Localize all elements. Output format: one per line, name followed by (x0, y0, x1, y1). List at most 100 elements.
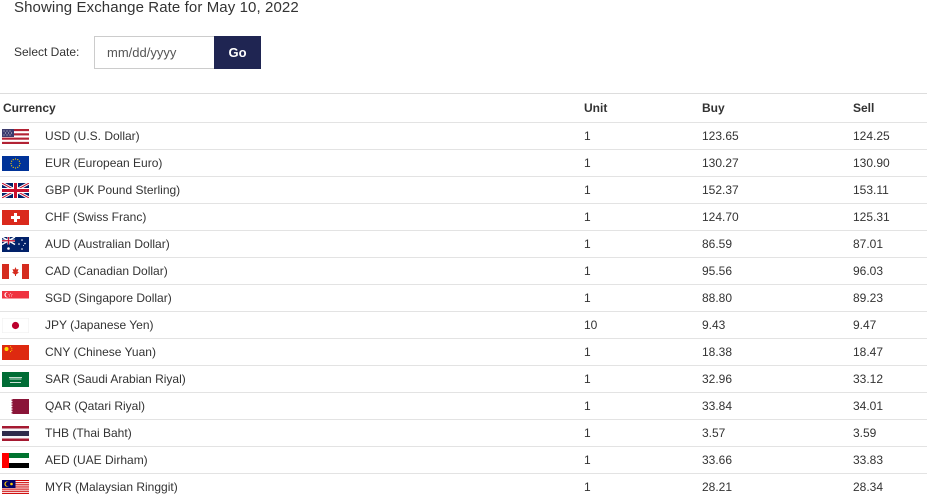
currency-name: THB (Thai Baht) (45, 426, 132, 440)
table-row: SGD (Singapore Dollar) 1 88.80 89.23 (0, 284, 927, 311)
table-row: AED (UAE Dirham) 1 33.66 33.83 (0, 446, 927, 473)
uk-flag-icon (0, 182, 45, 198)
currency-cell: AED (UAE Dirham) (0, 452, 584, 468)
qa-flag-icon (0, 398, 45, 414)
buy-cell: 33.84 (702, 399, 733, 413)
buy-cell: 152.37 (702, 183, 739, 197)
sell-cell: 87.01 (853, 237, 884, 251)
unit-cell: 10 (584, 318, 598, 332)
table-row: AUD (Australian Dollar) 1 86.59 87.01 (0, 230, 927, 257)
table-row: CHF (Swiss Franc) 1 124.70 125.31 (0, 203, 927, 230)
sell-cell: 96.03 (853, 264, 884, 278)
currency-cell: GBP (UK Pound Sterling) (0, 182, 584, 198)
sell-cell: 34.01 (853, 399, 884, 413)
currency-name: AED (UAE Dirham) (45, 453, 148, 467)
table-row: QAR (Qatari Riyal) 1 33.84 34.01 (0, 392, 927, 419)
unit-cell: 1 (584, 291, 591, 305)
table-row: GBP (UK Pound Sterling) 1 152.37 153.11 (0, 176, 927, 203)
unit-cell: 1 (584, 183, 591, 197)
currency-cell: CNY (Chinese Yuan) (0, 344, 584, 360)
currency-name: QAR (Qatari Riyal) (45, 399, 146, 413)
sell-cell: 3.59 (853, 426, 877, 440)
ae-flag-icon (0, 452, 45, 468)
currency-name: CNY (Chinese Yuan) (45, 345, 156, 359)
buy-cell: 124.70 (702, 210, 739, 224)
exchange-rate-table: Currency Unit Buy Sell USD (U.S. Dollar)… (0, 93, 927, 500)
buy-cell: 88.80 (702, 291, 733, 305)
unit-cell: 1 (584, 264, 591, 278)
unit-cell: 1 (584, 210, 591, 224)
sell-header: Sell (853, 101, 875, 115)
currency-cell: MYR (Malaysian Ringgit) (0, 479, 584, 495)
buy-cell: 123.65 (702, 129, 739, 143)
ca-flag-icon (0, 263, 45, 279)
sell-cell: 33.83 (853, 453, 884, 467)
table-row: MYR (Malaysian Ringgit) 1 28.21 28.34 (0, 473, 927, 500)
date-input[interactable] (94, 35, 214, 69)
currency-cell: CHF (Swiss Franc) (0, 209, 584, 225)
table-row: USD (U.S. Dollar) 1 123.65 124.25 (0, 122, 927, 149)
buy-cell: 18.38 (702, 345, 733, 359)
currency-cell: EUR (European Euro) (0, 155, 584, 171)
table-row: THB (Thai Baht) 1 3.57 3.59 (0, 419, 927, 446)
table-row: CAD (Canadian Dollar) 1 95.56 96.03 (0, 257, 927, 284)
buy-cell: 86.59 (702, 237, 733, 251)
eu-flag-icon (0, 155, 45, 171)
my-flag-icon (0, 479, 45, 495)
unit-cell: 1 (584, 156, 591, 170)
table-row: CNY (Chinese Yuan) 1 18.38 18.47 (0, 338, 927, 365)
currency-name: MYR (Malaysian Ringgit) (45, 480, 178, 494)
buy-cell: 95.56 (702, 264, 733, 278)
cn-flag-icon (0, 344, 45, 360)
table-body: USD (U.S. Dollar) 1 123.65 124.25 EUR (Europ… (0, 122, 927, 500)
unit-cell: 1 (584, 237, 591, 251)
au-flag-icon (0, 236, 45, 252)
unit-cell: 1 (584, 453, 591, 467)
buy-cell: 33.66 (702, 453, 733, 467)
buy-cell: 130.27 (702, 156, 739, 170)
go-button[interactable]: Go (214, 35, 261, 69)
sa-flag-icon (0, 371, 45, 387)
currency-cell: THB (Thai Baht) (0, 425, 584, 441)
sell-cell: 33.12 (853, 372, 884, 386)
table-row: JPY (Japanese Yen) 10 9.43 9.47 (0, 311, 927, 338)
sell-cell: 124.25 (853, 129, 890, 143)
currency-name: SGD (Singapore Dollar) (45, 291, 172, 305)
table-row: EUR (European Euro) 1 130.27 130.90 (0, 149, 927, 176)
currency-name: JPY (Japanese Yen) (45, 318, 154, 332)
table-row: SAR (Saudi Arabian Riyal) 1 32.96 33.12 (0, 365, 927, 392)
sell-cell: 9.47 (853, 318, 877, 332)
select-date-label: Select Date: (14, 45, 80, 59)
currency-name: SAR (Saudi Arabian Riyal) (45, 372, 186, 386)
currency-cell: AUD (Australian Dollar) (0, 236, 584, 252)
currency-cell: JPY (Japanese Yen) (0, 317, 584, 333)
page-title: Showing Exchange Rate for May 10, 2022 (14, 0, 299, 16)
sg-flag-icon (0, 290, 45, 306)
currency-cell: USD (U.S. Dollar) (0, 128, 584, 144)
sell-cell: 130.90 (853, 156, 890, 170)
currency-name: EUR (European Euro) (45, 156, 163, 170)
unit-cell: 1 (584, 129, 591, 143)
currency-cell: QAR (Qatari Riyal) (0, 398, 584, 414)
sell-cell: 89.23 (853, 291, 884, 305)
buy-header: Buy (702, 101, 725, 115)
currency-header: Currency (3, 101, 56, 115)
unit-cell: 1 (584, 426, 591, 440)
buy-cell: 28.21 (702, 480, 733, 494)
sell-cell: 28.34 (853, 480, 884, 494)
unit-cell: 1 (584, 372, 591, 386)
unit-cell: 1 (584, 480, 591, 494)
buy-cell: 32.96 (702, 372, 733, 386)
sell-cell: 18.47 (853, 345, 884, 359)
buy-cell: 9.43 (702, 318, 726, 332)
date-selector: Select Date: Go (14, 35, 261, 69)
ch-flag-icon (0, 209, 45, 225)
unit-header: Unit (584, 101, 608, 115)
sell-cell: 153.11 (853, 183, 889, 197)
us-flag-icon (0, 128, 45, 144)
currency-name: USD (U.S. Dollar) (45, 129, 140, 143)
buy-cell: 3.57 (702, 426, 726, 440)
th-flag-icon (0, 425, 45, 441)
currency-name: CHF (Swiss Franc) (45, 210, 147, 224)
currency-name: GBP (UK Pound Sterling) (45, 183, 181, 197)
